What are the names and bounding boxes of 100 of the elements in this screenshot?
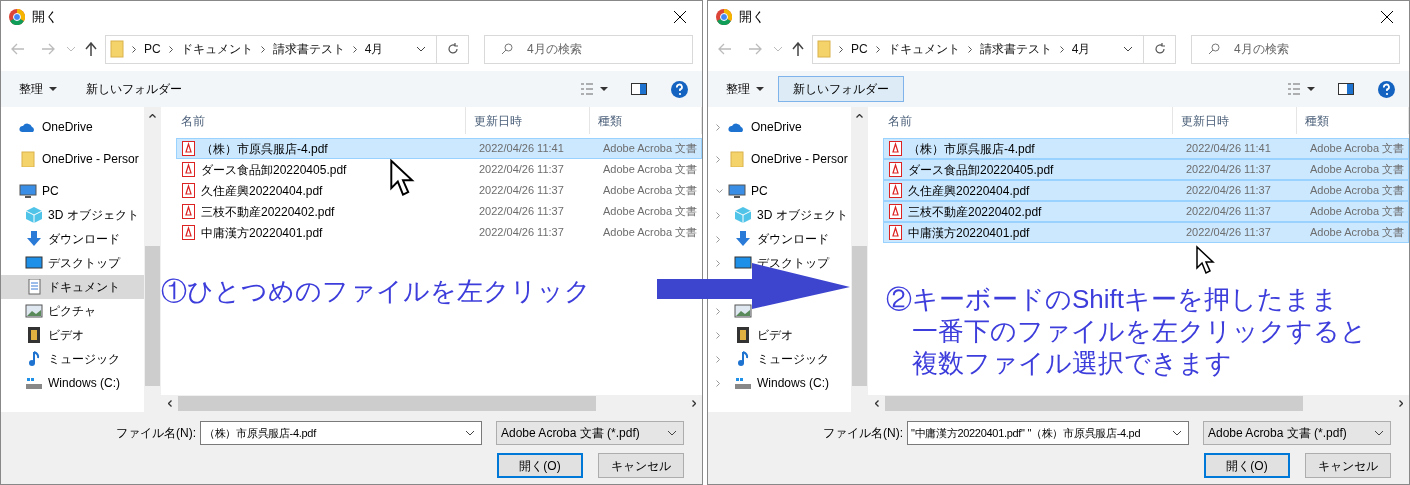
chevron-down-icon[interactable] [416,46,426,52]
chevron-down-icon [1374,430,1384,436]
file-row[interactable]: （株）市原呉服店-4.pdf 2022/04/26 11:41 Adobe Acroba 文書 [883,138,1409,159]
cancel-button[interactable]: キャンセル [598,453,684,478]
breadcrumb-item[interactable]: PC [851,40,868,58]
nav-item[interactable]: PC [1,179,144,203]
nav-item[interactable]: Windows (C:) [708,371,851,395]
search-input[interactable]: 4月の検索 [527,40,677,58]
file-row[interactable]: ダース食品卸20220405.pdf 2022/04/26 11:37 Adobe Acroba 文書 [883,159,1409,180]
up-arrow-icon[interactable] [792,42,804,56]
filename-field[interactable]: （株）市原呉服店-4.pdf [200,421,482,445]
chevron-right-icon [132,45,136,53]
nav-item[interactable]: OneDrive - Persor [708,147,851,171]
column-header[interactable]: 種類 [590,107,702,134]
desktop-icon [25,255,43,271]
nav-item[interactable]: ミュージック [1,347,144,371]
breadcrumb-item[interactable]: ドキュメント [180,40,253,58]
file-name: （株）市原呉服店-4.pdf [201,140,329,158]
view-options-icon[interactable] [581,83,609,95]
nav-item[interactable]: ドキュメント [1,275,144,299]
nav-item[interactable]: ダウンロード [1,227,144,251]
file-row[interactable]: 中庸漢方20220401.pdf 2022/04/26 11:37 Adobe Acroba 文書 [176,222,702,243]
file-row[interactable]: （株）市原呉服店-4.pdf 2022/04/26 11:41 Adobe Acroba 文書 [176,138,702,159]
file-row[interactable]: 久住産興20220404.pdf 2022/04/26 11:37 Adobe Acroba 文書 [176,180,702,201]
horizontal-scrollbar-thumb[interactable] [178,396,596,411]
nav-item[interactable]: OneDrive [1,115,144,139]
organize-button[interactable]: 整理 [19,76,57,102]
film-icon [25,327,43,343]
file-date: 2022/04/26 11:37 [479,183,565,199]
address-bar[interactable]: PC ドキュメント 請求書テスト 4月 [812,34,1176,64]
column-header[interactable]: 更新日時 [466,107,590,134]
drive-icon [25,375,43,391]
breadcrumb-item[interactable]: 請求書テスト [272,40,345,58]
scroll-left-icon[interactable] [167,400,172,407]
column-header[interactable]: 種類 [1297,107,1409,134]
column-header[interactable]: 名前 [161,107,466,134]
nav-item[interactable]: Windows (C:) [1,371,144,395]
chevron-right-icon [716,331,720,339]
file-row[interactable]: ダース食品卸20220405.pdf 2022/04/26 11:37 Adobe Acroba 文書 [176,159,702,180]
scroll-left-icon[interactable] [874,400,879,407]
file-row[interactable]: 中庸漢方20220401.pdf 2022/04/26 11:37 Adobe Acroba 文書 [883,222,1409,243]
breadcrumb-item[interactable]: 4月 [364,40,384,58]
nav-item[interactable]: デスクトップ [1,251,144,275]
scrollbar[interactable] [144,107,161,412]
refresh-icon[interactable] [1153,43,1166,55]
refresh-icon[interactable] [446,43,459,55]
nav-item[interactable]: 3D オブジェクト [1,203,144,227]
file-row[interactable]: 三枝不動産20220402.pdf 2022/04/26 11:37 Adobe Acroba 文書 [883,201,1409,222]
scroll-up-icon[interactable] [856,113,863,118]
nav-label: OneDrive - Persor [42,151,139,168]
nav-item[interactable]: ミュージック [708,347,851,371]
file-type-dropdown[interactable]: Adobe Acroba 文書 (*.pdf) [1203,421,1391,445]
nav-label: ミュージック [757,351,829,368]
help-icon[interactable] [671,80,688,98]
address-bar[interactable]: PC ドキュメント 請求書テスト 4月 [105,34,469,64]
nav-item[interactable]: PC [708,179,851,203]
search-input[interactable]: 4月の検索 [1234,40,1384,58]
file-type: Adobe Acroba 文書 [603,204,698,220]
nav-item[interactable]: OneDrive - Persor [1,147,144,171]
folder-icon [817,40,831,58]
chevron-right-icon [839,45,843,53]
open-button[interactable]: 開く(O) [497,453,583,478]
chevron-down-icon [667,430,677,436]
view-options-icon[interactable] [1288,83,1316,95]
column-header[interactable]: 更新日時 [1173,107,1297,134]
nav-item[interactable]: ピクチャ [1,299,144,323]
preview-pane-icon[interactable] [1338,83,1354,95]
filename-field[interactable]: "中庸漢方20220401.pdf" "（株）市原呉服店-4.pd [907,421,1189,445]
search-field[interactable]: 4月の検索 [1191,34,1400,64]
cube-icon [25,207,43,223]
organize-button[interactable]: 整理 [726,76,764,102]
new-folder-button[interactable]: 新しいフォルダー [778,76,904,102]
new-folder-button[interactable]: 新しいフォルダー [71,76,197,102]
open-button[interactable]: 開く(O) [1204,453,1290,478]
nav-item[interactable]: 3D オブジェクト [708,203,851,227]
scrollbar[interactable] [851,107,868,412]
breadcrumb-item[interactable]: PC [144,40,161,58]
search-field[interactable]: 4月の検索 [484,34,693,64]
cancel-button[interactable]: キャンセル [1305,453,1391,478]
scroll-right-icon[interactable] [1398,400,1403,407]
file-row[interactable]: 三枝不動産20220402.pdf 2022/04/26 11:37 Adobe Acroba 文書 [176,201,702,222]
nav-item[interactable]: OneDrive [708,115,851,139]
scroll-up-icon[interactable] [149,113,156,118]
file-date: 2022/04/26 11:41 [479,141,565,157]
nav-item[interactable]: ダウンロード [708,227,851,251]
breadcrumb-item[interactable]: ドキュメント [887,40,960,58]
file-name: 中庸漢方20220401.pdf [908,224,1031,242]
nav-item[interactable]: ビデオ [708,323,851,347]
breadcrumb-item[interactable]: 請求書テスト [979,40,1052,58]
chevron-down-icon[interactable] [1123,46,1133,52]
scroll-right-icon[interactable] [691,400,696,407]
help-icon[interactable] [1378,80,1395,98]
horizontal-scrollbar-thumb[interactable] [885,396,1303,411]
up-arrow-icon[interactable] [85,42,97,56]
file-row[interactable]: 久住産興20220404.pdf 2022/04/26 11:37 Adobe Acroba 文書 [883,180,1409,201]
preview-pane-icon[interactable] [631,83,647,95]
breadcrumb-item[interactable]: 4月 [1071,40,1091,58]
column-header[interactable]: 名前 [868,107,1173,134]
file-type-dropdown[interactable]: Adobe Acroba 文書 (*.pdf) [496,421,684,445]
nav-item[interactable]: ビデオ [1,323,144,347]
